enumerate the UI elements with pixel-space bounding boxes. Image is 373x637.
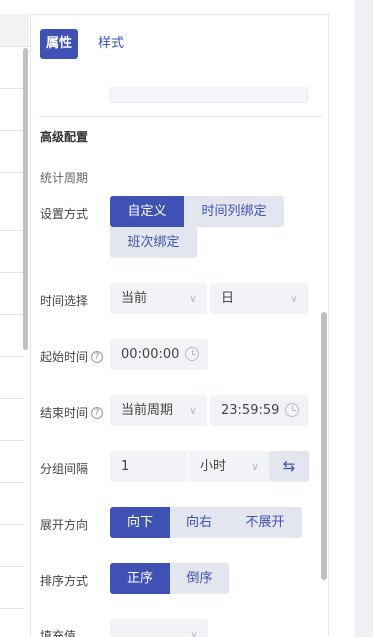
sort-mode-label: 排序方式 xyxy=(40,574,89,588)
chevron-down-icon: ∨ xyxy=(188,292,197,305)
fill-value-label: 填充值 xyxy=(40,629,77,637)
no-expand-option[interactable]: 不展开 xyxy=(228,507,302,538)
group-interval-value: 1 xyxy=(121,459,130,474)
swap-icon: ⇆ xyxy=(282,457,296,475)
end-time-picker[interactable]: 23:59:59 xyxy=(210,395,308,426)
right-edge-panel xyxy=(355,0,373,637)
advanced-config-title: 高级配置 xyxy=(40,130,89,144)
list-row-divider xyxy=(0,130,24,131)
group-interval-label: 分组间隔 xyxy=(40,462,89,476)
list-row-divider xyxy=(0,356,24,357)
end-time-period-dropdown[interactable]: 当前周期 ∨ xyxy=(110,395,207,426)
chevron-down-icon: ∨ xyxy=(250,460,259,473)
setting-mode-custom-option[interactable]: 自定义 xyxy=(110,196,184,227)
list-row-divider xyxy=(0,88,24,89)
tab-style[interactable]: 样式 xyxy=(92,29,130,59)
chevron-down-icon: ∨ xyxy=(189,628,198,637)
expand-direction-segmented: 向下 向右 不展开 xyxy=(110,507,302,538)
list-row-divider xyxy=(0,172,24,173)
expand-down-option[interactable]: 向下 xyxy=(110,507,170,538)
expand-direction-label: 展开方向 xyxy=(40,518,89,532)
clock-icon xyxy=(185,347,199,361)
background-list-header xyxy=(0,14,29,47)
group-interval-input[interactable]: 1 xyxy=(110,451,188,482)
list-row-divider xyxy=(0,482,24,483)
start-time-value: 00:00:00 xyxy=(121,347,180,362)
time-select-unit-value: 日 xyxy=(221,291,235,306)
end-time-value: 23:59:59 xyxy=(221,403,280,418)
time-select-unit-dropdown[interactable]: 日 ∨ xyxy=(210,283,308,314)
chevron-down-icon: ∨ xyxy=(188,404,197,417)
tab-properties[interactable]: 属性 xyxy=(40,29,79,59)
list-row-divider xyxy=(0,566,24,567)
expand-right-option[interactable]: 向右 xyxy=(170,507,228,538)
chevron-down-icon: ∨ xyxy=(289,292,298,305)
sort-mode-segmented: 正序 倒序 xyxy=(110,563,229,594)
sort-desc-option[interactable]: 倒序 xyxy=(170,563,229,594)
section-divider xyxy=(39,116,322,117)
swap-button[interactable]: ⇆ xyxy=(269,451,309,482)
start-time-picker[interactable]: 00:00:00 xyxy=(110,339,208,370)
right-gutter xyxy=(330,0,355,637)
list-row-divider xyxy=(0,314,24,315)
group-interval-unit-dropdown[interactable]: 小时 ∨ xyxy=(189,451,269,482)
list-row-divider xyxy=(0,608,24,609)
list-row-divider xyxy=(0,524,24,525)
clock-icon xyxy=(285,403,299,417)
panel-scrollbar[interactable] xyxy=(321,312,327,580)
end-time-period-value: 当前周期 xyxy=(121,403,174,418)
fill-value-dropdown[interactable]: ∨ xyxy=(110,619,208,637)
end-time-label: 结束时间? xyxy=(40,404,104,421)
setting-mode-timecol-option[interactable]: 时间列绑定 xyxy=(184,196,284,227)
list-row-divider xyxy=(0,272,24,273)
setting-mode-segmented: 自定义 时间列绑定 班次绑定 xyxy=(110,196,286,258)
time-select-period-dropdown[interactable]: 当前 ∨ xyxy=(110,283,207,314)
list-row-divider xyxy=(0,440,24,441)
setting-mode-label: 设置方式 xyxy=(40,207,89,221)
start-time-label: 起始时间? xyxy=(40,348,104,365)
panel-tabs: 属性 样式 xyxy=(40,28,130,60)
property-panel: 属性 样式 高级配置 统计周期 设置方式 自定义 时间列绑定 班次绑定 时间选择… xyxy=(30,14,329,637)
help-circle-icon[interactable]: ? xyxy=(91,350,104,363)
stat-period-title: 统计周期 xyxy=(40,171,89,185)
setting-mode-shift-option[interactable]: 班次绑定 xyxy=(110,227,197,258)
list-row-divider xyxy=(0,398,24,399)
time-select-label: 时间选择 xyxy=(40,294,89,308)
list-row-divider xyxy=(0,230,24,231)
time-select-period-value: 当前 xyxy=(121,291,148,306)
scrolled-field-remnant xyxy=(110,87,308,103)
group-interval-unit-value: 小时 xyxy=(200,459,227,474)
help-circle-icon[interactable]: ? xyxy=(91,406,104,419)
sort-asc-option[interactable]: 正序 xyxy=(110,563,170,594)
background-list-scrollbar[interactable] xyxy=(23,48,28,350)
